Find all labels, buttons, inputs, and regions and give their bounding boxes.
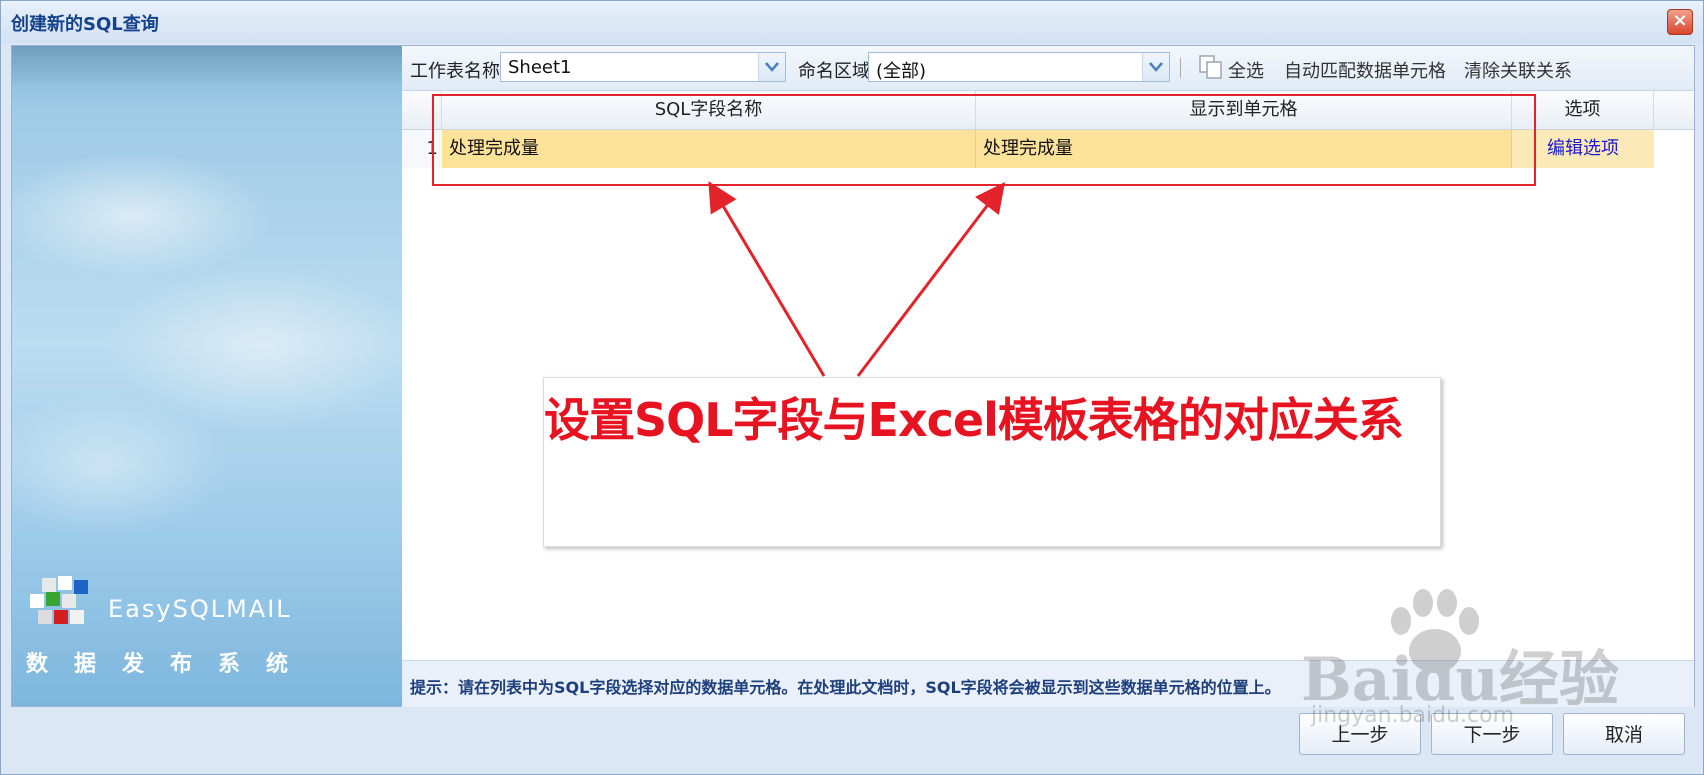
annotation-text: 设置SQL字段与Excel模板表格的对应关系 [544,393,1404,447]
arrow-to-sql-field [708,181,826,377]
annotation-callout: 设置SQL字段与Excel模板表格的对应关系 [543,377,1441,547]
hint-text: 提示：请在列表中为SQL字段选择对应的数据单元格。在处理此文档时，SQL字段将会… [410,678,1281,697]
easysqlmail-logo-icon [30,576,88,624]
watermark-sub: jingyan.baidu.com [1311,703,1515,728]
title-bar[interactable]: 创建新的SQL查询 × [1,1,1703,43]
brand-name: EasySQLMAIL [108,595,292,623]
arrow-to-target-cell [856,182,1006,377]
banner-top-strip [12,46,402,84]
brand-slogan: 数据发布系统 [26,652,315,677]
baidu-watermark: Baidu经验 jingyan.baidu.com [1301,589,1621,741]
side-banner: EasySQLMAIL 数据发布系统 [12,46,402,706]
close-button[interactable]: × [1667,9,1693,35]
window-title: 创建新的SQL查询 [11,14,159,35]
close-icon: × [1672,10,1688,31]
dialog-window: 创建新的SQL查询 × EasySQLMAIL 数据发布系统 工作表名称 She… [0,0,1704,775]
